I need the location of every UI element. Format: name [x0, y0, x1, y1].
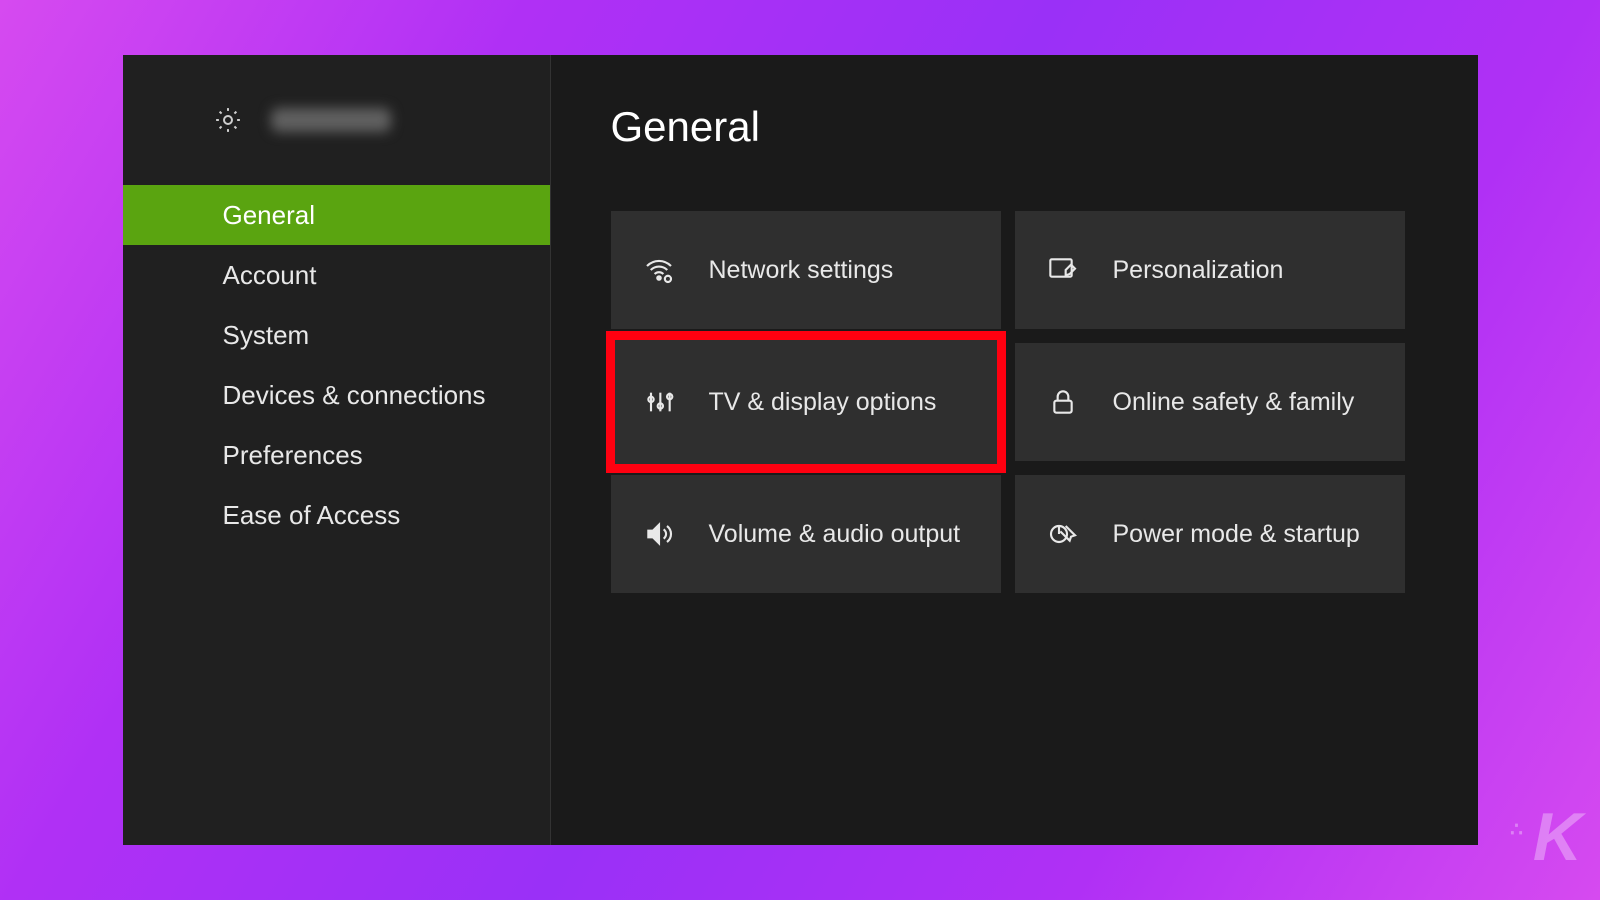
tile-volume-audio-output[interactable]: Volume & audio output [611, 475, 1001, 593]
tile-network-settings[interactable]: Network settings [611, 211, 1001, 329]
gear-icon [213, 105, 243, 135]
sidebar-item-label: System [223, 320, 310, 351]
watermark-letter: K [1533, 798, 1578, 876]
sidebar-item-label: Preferences [223, 440, 363, 471]
page-title: General [611, 103, 1418, 151]
tile-grid: Network settings Personalization [611, 211, 1418, 593]
settings-window: General Account System Devices & connect… [123, 55, 1478, 845]
speaker-icon [643, 518, 675, 550]
tile-label: Power mode & startup [1113, 520, 1360, 549]
lock-icon [1047, 386, 1079, 418]
edit-icon [1047, 254, 1079, 286]
sidebar-item-account[interactable]: Account [123, 245, 550, 305]
sidebar-item-devices-connections[interactable]: Devices & connections [123, 365, 550, 425]
sidebar-header [123, 105, 550, 185]
sidebar-item-ease-of-access[interactable]: Ease of Access [123, 485, 550, 545]
tile-label: Volume & audio output [709, 520, 961, 549]
tile-personalization[interactable]: Personalization [1015, 211, 1405, 329]
network-icon [643, 254, 675, 286]
tile-power-mode-startup[interactable]: Power mode & startup [1015, 475, 1405, 593]
tile-online-safety-family[interactable]: Online safety & family [1015, 343, 1405, 461]
sidebar-item-label: Account [223, 260, 317, 291]
sidebar-item-system[interactable]: System [123, 305, 550, 365]
watermark-dots: ∴ [1510, 817, 1529, 842]
power-icon [1047, 518, 1079, 550]
content-area: General Network settings [551, 55, 1478, 845]
tile-label: TV & display options [709, 388, 937, 417]
sidebar-item-general[interactable]: General [123, 185, 550, 245]
tile-label: Personalization [1113, 256, 1284, 285]
sidebar-item-label: Devices & connections [223, 380, 486, 411]
tile-label: Network settings [709, 256, 894, 285]
tile-tv-display-options[interactable]: TV & display options [611, 336, 1001, 468]
settings-nav: General Account System Devices & connect… [123, 185, 550, 545]
sidebar-item-preferences[interactable]: Preferences [123, 425, 550, 485]
watermark: ∴ K [1510, 798, 1578, 876]
settings-sidebar: General Account System Devices & connect… [123, 55, 551, 845]
profile-name-blurred [271, 108, 391, 132]
display-icon [643, 386, 675, 418]
tile-label: Online safety & family [1113, 388, 1355, 417]
sidebar-item-label: General [223, 200, 316, 231]
sidebar-item-label: Ease of Access [223, 500, 401, 531]
